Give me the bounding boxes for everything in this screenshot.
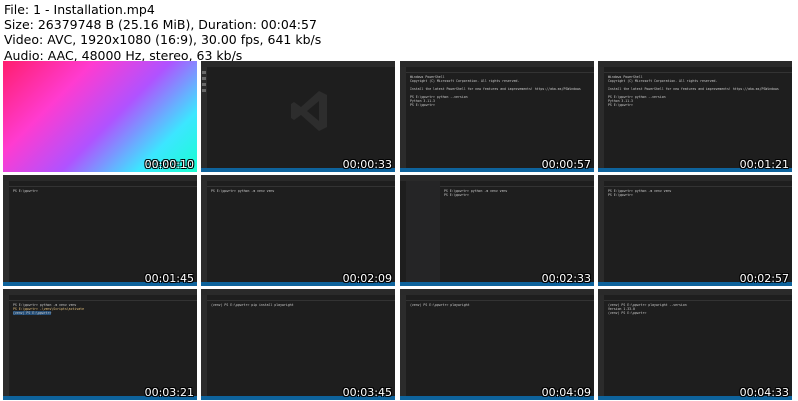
activity-bar (201, 67, 207, 168)
vscode-logo-icon (291, 91, 327, 131)
thumbnail-11[interactable]: (venv) PS E:\ppwrtr> playwright 00:04:09 (400, 289, 594, 400)
timestamp: 00:04:33 (739, 386, 789, 399)
activity-bar (400, 67, 406, 168)
thumbnail-4[interactable]: Windows PowerShell Copyright (C) Microso… (598, 61, 792, 172)
panel-tabs (604, 181, 792, 187)
timestamp: 00:04:09 (541, 386, 591, 399)
panel-tabs (440, 181, 594, 187)
timestamp: 00:03:21 (144, 386, 194, 399)
terminal-output: PS E:\ppwrtr> python -m venv venv PS E:\… (444, 189, 508, 197)
activity-bar (598, 295, 604, 396)
timestamp: 00:01:45 (144, 272, 194, 285)
thumbnail-8[interactable]: PS E:\ppwrtr> python -m venv venv PS E:\… (598, 175, 792, 286)
terminal-output: Windows PowerShell Copyright (C) Microso… (410, 75, 581, 107)
file-size-duration: Size: 26379748 B (25.16 MiB), Duration: … (4, 17, 317, 33)
panel-tabs (604, 295, 792, 301)
timestamp: 00:00:33 (342, 158, 392, 171)
activity-bar (598, 67, 604, 168)
activity-bar (201, 295, 207, 396)
thumbnail-5[interactable]: PS E:\ppwrtr> 00:01:45 (3, 175, 197, 286)
timestamp: 00:00:57 (541, 158, 591, 171)
title-bar (201, 61, 395, 67)
thumbnail-7[interactable]: PS E:\ppwrtr> python -m venv venv PS E:\… (400, 175, 594, 286)
panel-tabs (406, 295, 594, 301)
activity-bar (3, 295, 9, 396)
panel-tabs (9, 181, 197, 187)
thumbnail-2[interactable]: 00:00:33 (201, 61, 395, 172)
terminal-output: PS E:\ppwrtr> python -m venv venv PS E:\… (13, 303, 85, 315)
terminal-output: PS E:\ppwrtr> (13, 189, 38, 193)
file-info-header: File: 1 - Installation.mp4 Size: 2637974… (4, 2, 321, 63)
thumbnail-10[interactable]: (venv) PS E:\ppwrtr> pip install playwri… (201, 289, 395, 400)
thumbnail-grid: 00:00:10 00:00:33 Windows PowerShell Cop… (3, 61, 795, 400)
timestamp: 00:02:57 (739, 272, 789, 285)
panel-tabs (9, 295, 197, 301)
timestamp: 00:00:10 (144, 158, 194, 171)
thumbnail-1[interactable]: 00:00:10 (3, 61, 197, 172)
timestamp: 00:02:09 (342, 272, 392, 285)
activity-bar (400, 295, 406, 396)
timestamp: 00:02:33 (541, 272, 591, 285)
video-info: Video: AVC, 1920x1080 (16:9), 30.00 fps,… (4, 32, 322, 48)
panel-tabs (604, 67, 792, 73)
thumbnail-3[interactable]: Windows PowerShell Copyright (C) Microso… (400, 61, 594, 172)
activity-bar (598, 181, 604, 282)
thumbnail-9[interactable]: PS E:\ppwrtr> python -m venv venv PS E:\… (3, 289, 197, 400)
terminal-output: (venv) PS E:\ppwrtr> pip install playwri… (211, 303, 294, 307)
timestamp: 00:03:45 (342, 386, 392, 399)
thumbnail-6[interactable]: PS E:\ppwrtr> python -m venv venv 00:02:… (201, 175, 395, 286)
panel-tabs (207, 181, 395, 187)
file-name: File: 1 - Installation.mp4 (4, 2, 155, 17)
terminal-output: Windows PowerShell Copyright (C) Microso… (608, 75, 779, 107)
thumbnail-12[interactable]: (venv) PS E:\ppwrtr> playwright --versio… (598, 289, 792, 400)
activity-bar (201, 181, 207, 282)
terminal-output: PS E:\ppwrtr> python -m venv venv (211, 189, 275, 193)
explorer-sidebar (406, 181, 440, 282)
terminal-output: (venv) PS E:\ppwrtr> playwright --versio… (608, 303, 687, 315)
timestamp: 00:01:21 (739, 158, 789, 171)
terminal-output: (venv) PS E:\ppwrtr> playwright (410, 303, 470, 307)
terminal-output: PS E:\ppwrtr> python -m venv venv PS E:\… (608, 189, 672, 197)
panel-tabs (207, 295, 395, 301)
panel-tabs (406, 67, 594, 73)
activity-bar (3, 181, 9, 282)
